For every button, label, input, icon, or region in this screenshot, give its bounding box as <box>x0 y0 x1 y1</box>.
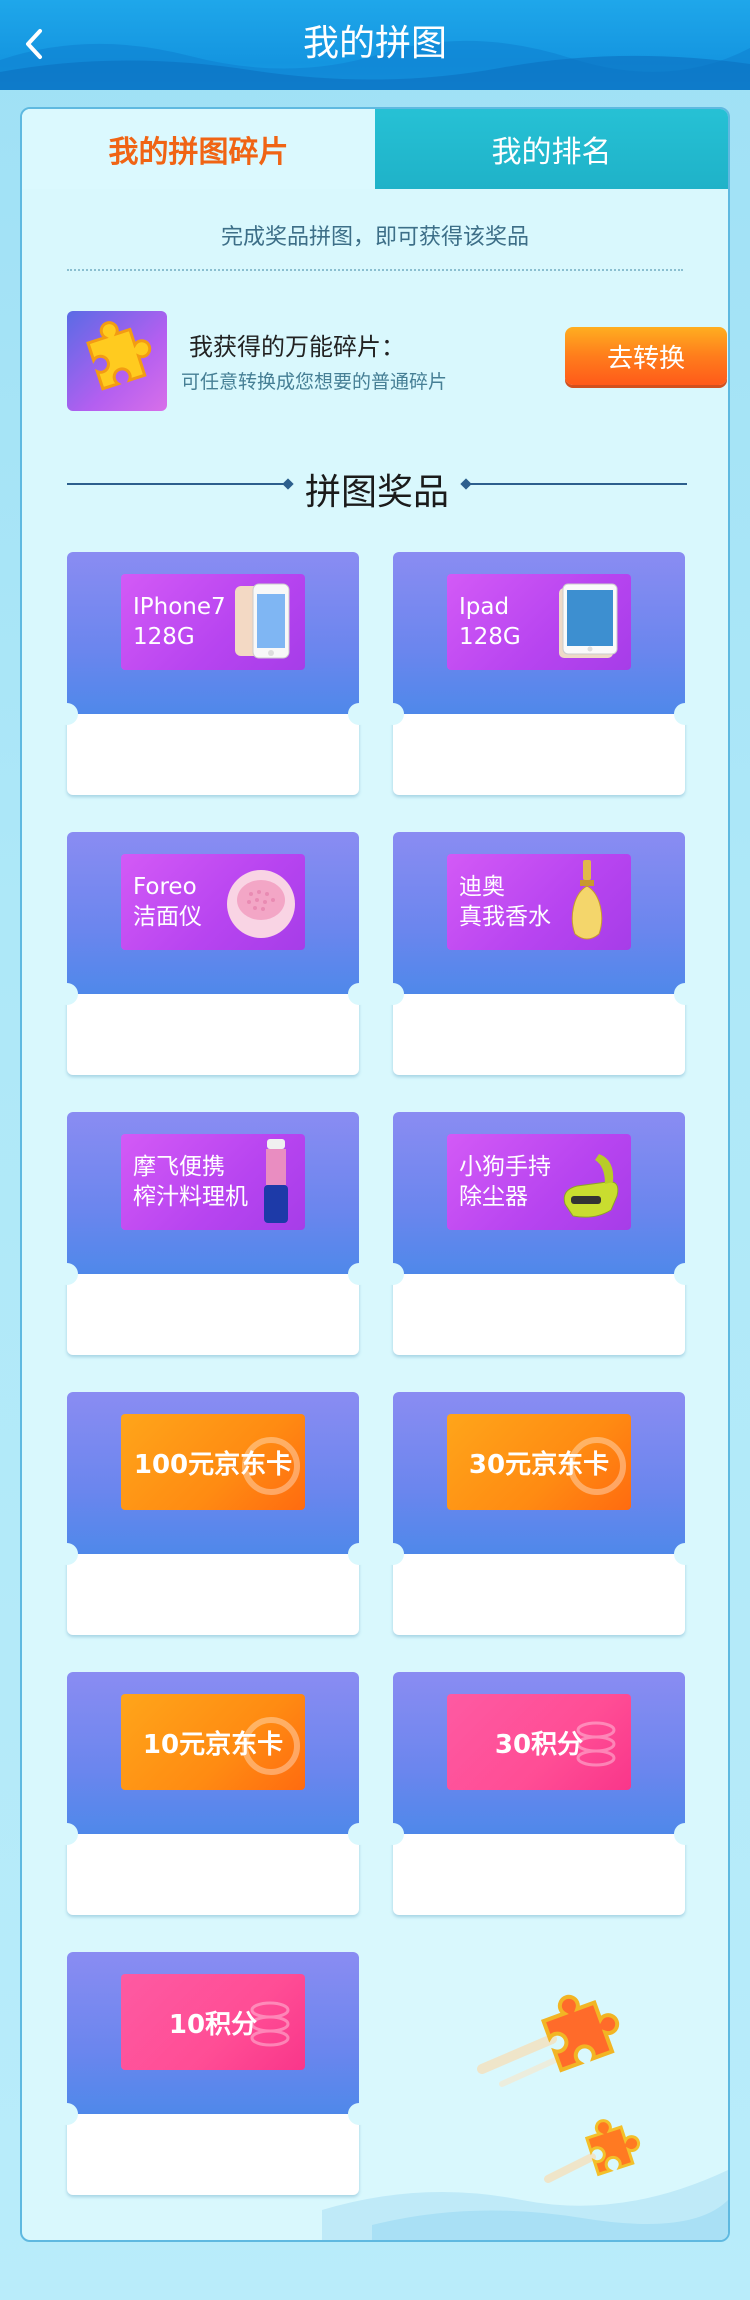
intro-text: 完成奖品拼图，即可获得该奖品 <box>220 225 529 250</box>
prize-badge: 100元京东卡 <box>121 1414 305 1510</box>
prize-card-jd-10[interactable]: 10元京东卡 <box>56 1672 370 1915</box>
prize-badge: IPhone7 128G <box>121 574 305 670</box>
prize-card-iphone[interactable]: IPhone7 128G <box>56 552 370 795</box>
dotted-divider <box>67 269 683 271</box>
prize-card-jd-30[interactable]: 30元京东卡 <box>382 1392 696 1635</box>
prize-badge: Foreo 洁面仪 <box>121 854 305 950</box>
prize-card-vacuum[interactable]: 小狗手持 除尘器 <box>382 1112 696 1355</box>
tab-my-ranking[interactable]: 我的排名 <box>375 109 728 189</box>
foreo-cleanser-icon <box>227 870 295 938</box>
prize-badge: 10积分 <box>121 1974 305 2070</box>
universal-piece-title: 我获得的万能碎片： <box>189 333 405 361</box>
prize-card-blender[interactable]: 摩飞便携 榨汁料理机 <box>56 1112 370 1355</box>
prize-name: 10元京东卡 <box>142 1729 284 1760</box>
prize-name: 100元京东卡 <box>133 1449 293 1480</box>
blender-icon <box>264 1139 288 1223</box>
prize-badge: 30积分 <box>447 1694 631 1790</box>
prize-badge: 迪奥 真我香水 <box>447 854 631 950</box>
prize-name: 30元京东卡 <box>468 1449 610 1480</box>
tab-bar: 我的拼图碎片 我的排名 <box>22 109 728 189</box>
prize-name: 30积分 <box>494 1729 584 1760</box>
section-title: 拼图奖品 <box>304 472 449 513</box>
section-header: 拼图奖品 <box>67 459 687 513</box>
prize-name: 摩飞便携 榨汁料理机 <box>133 1154 248 1210</box>
prize-name: IPhone7 128G <box>133 594 226 650</box>
bottom-wave-decoration <box>322 2170 728 2240</box>
prize-card-points-30[interactable]: 30积分 <box>382 1672 696 1915</box>
ipad-icon <box>559 583 618 658</box>
universal-piece-row: 我获得的万能碎片： 可任意转换成您想要的普通碎片 去转换 <box>67 311 727 411</box>
prize-badge: 摩飞便携 榨汁料理机 <box>121 1134 305 1230</box>
universal-piece-thumbnail <box>67 311 167 411</box>
iphone-icon <box>235 583 290 659</box>
section-divider-right <box>465 483 687 485</box>
perfume-bottle-icon <box>571 860 603 940</box>
prize-name: 小狗手持 除尘器 <box>459 1154 551 1210</box>
prize-name: 迪奥 真我香水 <box>459 874 551 930</box>
prize-name: 10积分 <box>168 2009 258 2040</box>
page-title: 我的拼图 <box>302 23 447 64</box>
prize-badge: 30元京东卡 <box>447 1414 631 1510</box>
header-bar: 我的拼图 <box>0 0 750 90</box>
main-panel: 我的拼图碎片 我的排名 完成奖品拼图，即可获得该奖品 我获得的万能碎片： 可任意… <box>20 107 730 2242</box>
prize-card-foreo[interactable]: Foreo 洁面仪 <box>56 832 370 1075</box>
universal-piece-description: 可任意转换成您想要的普通碎片 <box>181 371 448 393</box>
handheld-vacuum-icon <box>563 1154 619 1218</box>
prize-badge: Ipad 128G <box>447 574 631 670</box>
prize-card-jd-100[interactable]: 100元京东卡 <box>56 1392 370 1635</box>
prize-name: Foreo 洁面仪 <box>133 874 202 930</box>
prize-card-ipad[interactable]: Ipad 128G <box>382 552 696 795</box>
puzzle-piece-icon <box>86 321 152 391</box>
prize-name: Ipad 128G <box>459 594 521 650</box>
flying-puzzle-piece-large-icon <box>477 1994 620 2087</box>
prize-badge: 10元京东卡 <box>121 1694 305 1790</box>
prize-badge: 小狗手持 除尘器 <box>447 1134 631 1230</box>
prize-card-dior-perfume[interactable]: 迪奥 真我香水 <box>382 832 696 1075</box>
tab-my-puzzle-pieces[interactable]: 我的拼图碎片 <box>22 109 375 189</box>
convert-button[interactable]: 去转换 <box>565 327 727 385</box>
